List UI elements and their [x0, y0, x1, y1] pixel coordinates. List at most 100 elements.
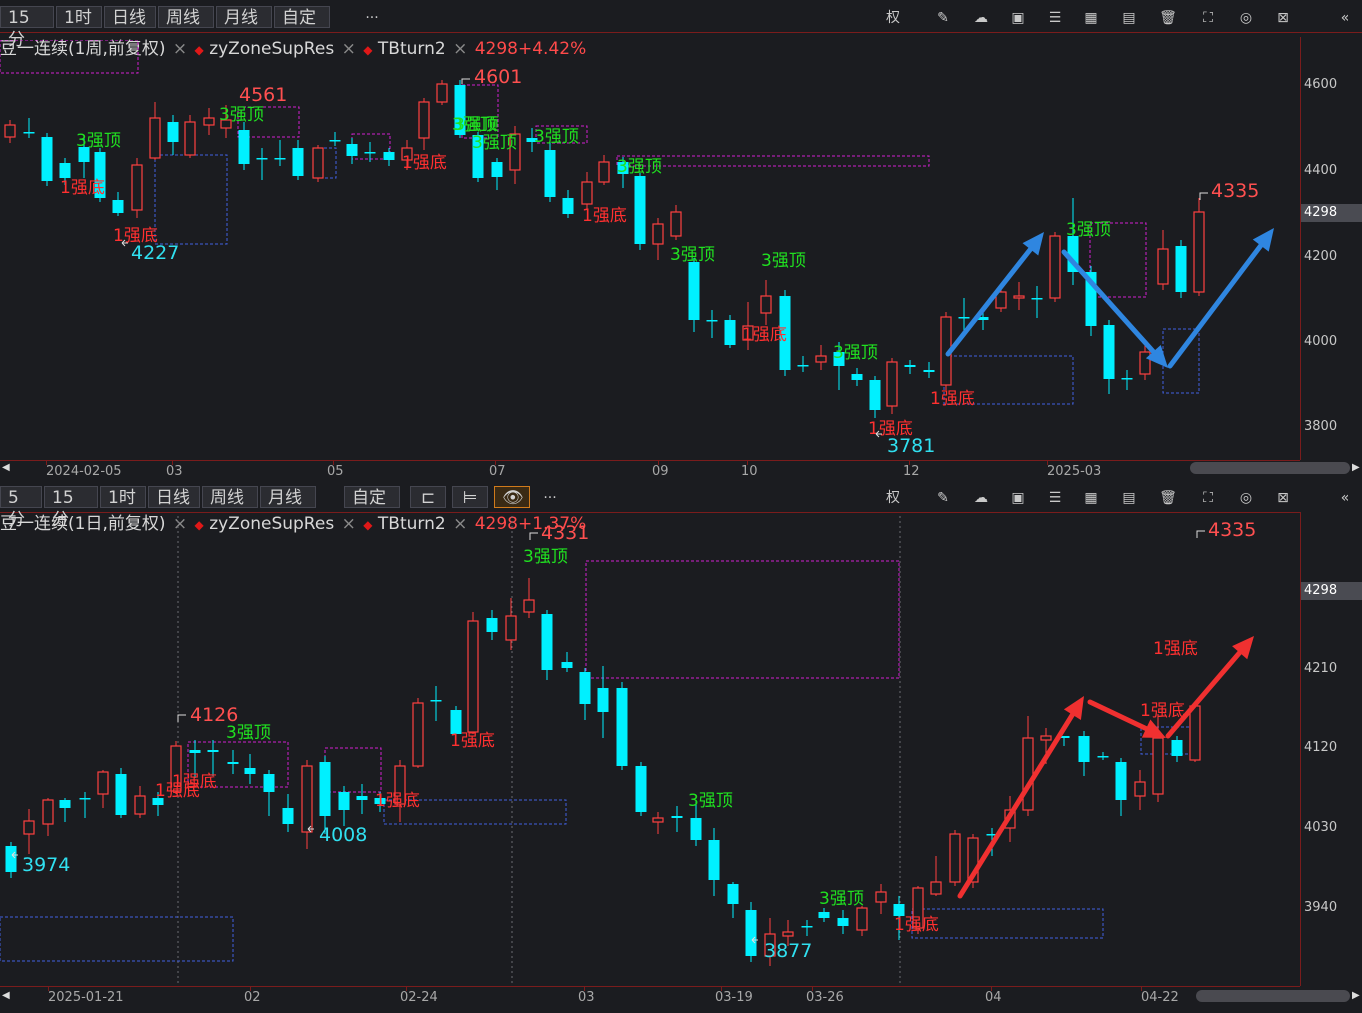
date-tick: 03-26	[806, 990, 844, 1005]
candlestick	[523, 578, 535, 618]
low-price-label: 3877	[764, 940, 812, 962]
period-button[interactable]: 日线	[104, 6, 156, 28]
close-box-icon[interactable]: ⊠	[1273, 8, 1293, 28]
scroll-right-icon[interactable]: ▶	[1352, 990, 1360, 1001]
strong-top-label: 3强顶	[670, 245, 715, 265]
candlestick	[815, 345, 827, 370]
strong-bottom-label: 1强底	[402, 153, 447, 173]
period-button[interactable]: 15分	[0, 6, 54, 50]
candlestick	[491, 158, 503, 190]
scroll-left-icon[interactable]: ◀	[2, 462, 10, 473]
period-button[interactable]: 月线	[260, 486, 316, 508]
candlestick	[282, 794, 294, 832]
strong-top-label: 3强顶	[226, 723, 271, 743]
candlestick	[1134, 770, 1146, 810]
calculator-icon[interactable]: ▦	[1081, 8, 1101, 28]
candlestick	[1067, 198, 1079, 285]
calculator-icon[interactable]: ▦	[1081, 488, 1101, 508]
adjust-right-button[interactable]: 权	[883, 488, 903, 508]
draw-tool-button[interactable]: ⊏	[410, 486, 446, 508]
scroll-left-icon[interactable]: ◀	[2, 990, 10, 1001]
period-button[interactable]: 周线	[202, 486, 258, 508]
trash-icon[interactable]: 🗑	[1158, 488, 1178, 508]
target-icon[interactable]: ◎	[1236, 488, 1256, 508]
strong-top-label: 3强顶	[688, 791, 733, 811]
low-price-label: 3781	[887, 435, 935, 457]
period-button[interactable]: 自定	[344, 486, 400, 508]
date-tick-mark	[658, 461, 659, 465]
double-chevron-left-icon[interactable]: «	[1335, 8, 1355, 28]
candlestick	[1097, 752, 1109, 760]
candlestick	[561, 652, 573, 672]
high-price-label: 4601	[474, 66, 522, 88]
candlestick	[227, 750, 239, 774]
adjust-right-button[interactable]: 权	[883, 8, 903, 28]
strong-top-label: 3强顶	[454, 115, 499, 135]
top-scrollbar[interactable]	[1190, 462, 1350, 474]
candlestick	[597, 666, 609, 738]
double-chevron-left-icon[interactable]: «	[1335, 488, 1355, 508]
pencil-icon[interactable]: ✎	[933, 8, 953, 28]
target-icon[interactable]: ◎	[1236, 8, 1256, 28]
date-tick: 03-19	[715, 990, 753, 1005]
zone-box	[154, 154, 228, 245]
sliders-icon[interactable]: ☰	[1045, 488, 1065, 508]
candlestick	[149, 102, 161, 160]
pointer-icon	[529, 532, 538, 540]
indicator-tool-button[interactable]: ⊨	[452, 486, 488, 508]
bottom-toolbar: 5分 15分 1时 日线 周线 月线 自定 ⊏ ⊨ 👁 ··· 权 ✎ ☁ ▣ ☰ ▦ ▤ 🗑 ⛶ ◎ ⊠ «	[0, 480, 1362, 530]
cloud-download-icon[interactable]: ☁	[971, 8, 991, 28]
strong-bottom-label: 1强底	[930, 389, 975, 409]
date-tick: 02	[244, 990, 261, 1005]
strong-top-label: 3强顶	[534, 127, 579, 147]
strong-top-label: 3强顶	[219, 105, 264, 125]
period-button[interactable]: 1时	[56, 6, 102, 28]
image-icon[interactable]: ▣	[1008, 8, 1028, 28]
candlestick	[418, 98, 430, 150]
date-tick-mark	[812, 987, 813, 991]
top-candlestick-chart[interactable]: 3强顶3强顶 3强顶3强顶 3强顶3强顶3强顶 3强顶3强顶3强顶3强顶1强底1强底1…	[0, 40, 1300, 460]
bottom-price-axis[interactable]: 4210 4120 4030 3940 4298	[1300, 512, 1362, 986]
date-tick-mark	[333, 461, 334, 465]
period-button[interactable]: 15分	[44, 486, 98, 530]
eye-icon[interactable]: 👁	[494, 486, 530, 508]
candlestick	[797, 356, 809, 372]
price-tick: 4030	[1304, 820, 1338, 835]
top-price-axis[interactable]: 4600 4400 4200 4000 3800 4298	[1300, 37, 1362, 460]
candlestick	[706, 310, 718, 338]
candlestick	[167, 115, 179, 155]
period-button[interactable]: 周线	[158, 6, 214, 28]
bottom-candlestick-chart[interactable]: 3强顶3强顶3强顶3强顶1强底1强底 1强底1强底1强底1强底1强底4126433…	[0, 516, 1300, 986]
period-button[interactable]: 5分	[0, 486, 42, 530]
bottom-scrollbar[interactable]	[1196, 990, 1350, 1002]
period-button[interactable]: 自定	[274, 6, 330, 28]
expand-icon[interactable]: ⛶	[1198, 8, 1218, 28]
more-icon[interactable]: ···	[540, 488, 560, 508]
layout-icon[interactable]: ▤	[1119, 488, 1139, 508]
cloud-download-icon[interactable]: ☁	[971, 488, 991, 508]
candlestick	[579, 668, 591, 720]
candlestick	[856, 906, 868, 936]
date-tick-mark	[250, 987, 251, 991]
period-button[interactable]: 月线	[216, 6, 272, 28]
scroll-right-icon[interactable]: ▶	[1352, 462, 1360, 473]
trash-icon[interactable]: 🗑	[1158, 8, 1178, 28]
period-button[interactable]: 1时	[100, 486, 146, 508]
date-tick-mark	[584, 987, 585, 991]
image-icon[interactable]: ▣	[1008, 488, 1028, 508]
date-tick-mark	[495, 461, 496, 465]
date-tick: 03	[578, 990, 595, 1005]
more-icon[interactable]: ···	[362, 8, 382, 28]
candlestick	[708, 828, 720, 896]
trend-arrow-up	[945, 232, 1044, 357]
expand-icon[interactable]: ⛶	[1198, 488, 1218, 508]
pencil-icon[interactable]: ✎	[933, 488, 953, 508]
close-box-icon[interactable]: ⊠	[1273, 488, 1293, 508]
candlestick	[467, 612, 479, 734]
zone-box	[585, 560, 900, 679]
layout-icon[interactable]: ▤	[1119, 8, 1139, 28]
candlestick	[904, 360, 916, 374]
candlestick	[203, 108, 215, 135]
sliders-icon[interactable]: ☰	[1045, 8, 1065, 28]
period-button[interactable]: 日线	[148, 486, 200, 508]
